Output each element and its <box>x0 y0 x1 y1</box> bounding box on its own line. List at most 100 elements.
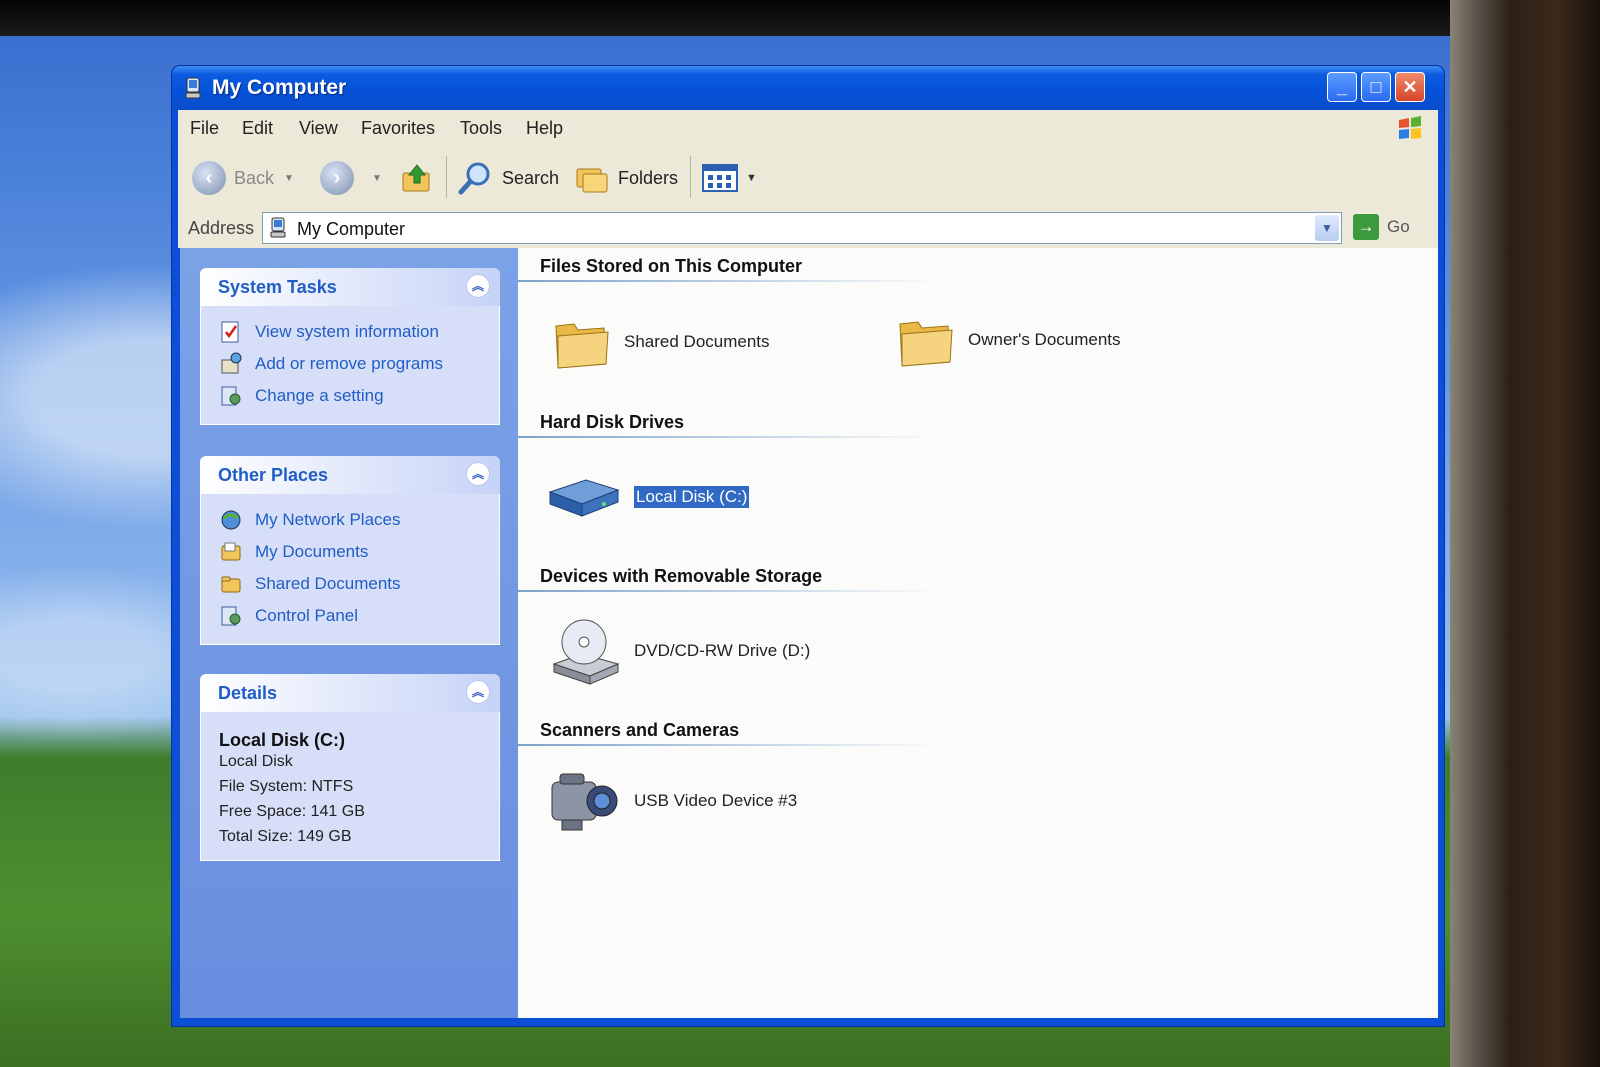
back-button[interactable]: ‹ Back ▼ <box>192 160 294 196</box>
other-places-body: My Network Places My Documents Shared Do… <box>200 494 500 645</box>
search-magnifier-icon <box>458 162 490 195</box>
title-bar[interactable]: My Computer _ □ ✕ <box>172 66 1444 110</box>
control-panel-icon <box>221 606 241 626</box>
task-add-remove-programs[interactable]: Add or remove programs <box>219 348 481 380</box>
address-label: Address <box>188 218 255 238</box>
details-title: Details <box>218 683 278 703</box>
place-my-documents[interactable]: My Documents <box>219 536 481 568</box>
task-change-setting[interactable]: Change a setting <box>219 380 481 412</box>
menu-bar: File Edit View Favorites Tools Help <box>178 110 1438 147</box>
place-my-network-places[interactable]: My Network Places <box>219 504 481 536</box>
menu-favorites[interactable]: Favorites <box>361 118 435 139</box>
details-file-system: File System: NTFS <box>219 778 354 795</box>
window-title: My Computer <box>212 76 347 99</box>
item-label: Owner's Documents <box>968 330 1121 349</box>
add-remove-programs-icon <box>221 352 242 374</box>
menu-view[interactable]: View <box>299 118 338 139</box>
network-places-icon <box>221 510 241 530</box>
system-tasks-panel: System Tasks ︽ View system information A… <box>200 268 500 425</box>
other-places-panel: Other Places ︽ My Network Places My Docu… <box>200 456 500 645</box>
folder-icon <box>899 321 953 367</box>
group-header-hard-disks: Hard Disk Drives <box>540 412 685 432</box>
folder-icon <box>555 323 609 369</box>
folders-icon <box>576 168 608 193</box>
content-pane: Files Stored on This Computer Shared Doc… <box>518 248 1438 1018</box>
owners-documents-item[interactable]: Owner's Documents <box>896 310 1121 370</box>
search-label: Search <box>502 167 560 188</box>
views-button[interactable]: ▼ <box>702 160 757 196</box>
details-item-type: Local Disk <box>219 753 293 770</box>
usb-video-device-item[interactable]: USB Video Device #3 <box>548 768 797 834</box>
task-pane: System Tasks ︽ View system information A… <box>180 248 518 1018</box>
forward-button[interactable]: › ▼ <box>320 160 382 196</box>
group-divider <box>518 436 938 438</box>
menu-file[interactable]: File <box>190 118 219 139</box>
group-divider <box>518 590 938 592</box>
group-header-scanners: Scanners and Cameras <box>540 720 740 740</box>
system-tasks-title: System Tasks <box>218 277 337 297</box>
item-label: USB Video Device #3 <box>634 791 798 810</box>
forward-dropdown-icon[interactable]: ▼ <box>372 173 382 184</box>
video-camera-icon <box>551 773 618 831</box>
place-label: Shared Documents <box>255 574 401 593</box>
cd-drive-icon <box>552 619 620 685</box>
control-panel-icon <box>221 386 241 406</box>
group-header-removable: Devices with Removable Storage <box>540 566 823 586</box>
go-button[interactable]: → Go <box>1353 214 1410 240</box>
address-value: My Computer <box>297 219 406 239</box>
group-divider <box>518 744 938 746</box>
details-total-size: Total Size: 149 GB <box>219 828 352 845</box>
up-button[interactable] <box>400 160 442 196</box>
details-header[interactable]: Details ︽ <box>200 674 500 712</box>
local-disk-c-item[interactable]: Local Disk (C:) <box>546 474 751 520</box>
system-tasks-header[interactable]: System Tasks ︽ <box>200 268 500 306</box>
details-free-space: Free Space: 141 GB <box>219 803 365 820</box>
details-panel: Details ︽ Local Disk (C:) Local Disk Fil… <box>200 674 500 861</box>
item-label: Local Disk (C:) <box>632 485 751 509</box>
standard-toolbar: ‹ Back ▼ › ▼ Search Folders ▼ <box>178 146 1438 209</box>
hard-disk-icon <box>548 479 620 517</box>
folders-label: Folders <box>618 167 679 188</box>
my-documents-icon <box>221 542 241 561</box>
maximize-button[interactable]: □ <box>1361 72 1391 102</box>
minimize-button[interactable]: _ <box>1327 72 1357 102</box>
back-dropdown-icon[interactable]: ▼ <box>284 173 294 184</box>
system-tasks-body: View system information Add or remove pr… <box>200 306 500 425</box>
collapse-chevron-icon[interactable]: ︽ <box>466 680 490 704</box>
place-label: My Documents <box>255 542 369 561</box>
task-label: Change a setting <box>255 386 384 405</box>
views-dropdown-icon: ▼ <box>746 172 757 184</box>
up-folder-icon <box>402 164 430 192</box>
task-label: View system information <box>255 322 439 341</box>
toolbar-separator <box>446 156 447 198</box>
other-places-header[interactable]: Other Places ︽ <box>200 456 500 494</box>
collapse-chevron-icon[interactable]: ︽ <box>466 462 490 486</box>
collapse-chevron-icon[interactable]: ︽ <box>466 274 490 298</box>
task-view-system-info[interactable]: View system information <box>219 316 481 348</box>
address-input[interactable]: My Computer ▼ <box>262 212 1342 244</box>
place-shared-documents[interactable]: Shared Documents <box>219 568 481 600</box>
address-bar: Address My Computer ▼ → Go <box>178 208 1438 248</box>
shared-documents-item[interactable]: Shared Documents <box>552 312 770 372</box>
close-button[interactable]: ✕ <box>1395 72 1425 102</box>
details-item-name: Local Disk (C:) <box>219 730 346 750</box>
my-computer-icon <box>185 77 201 99</box>
go-arrow-icon: → <box>1353 214 1379 240</box>
place-label: My Network Places <box>255 510 401 529</box>
back-label: Back <box>234 167 275 188</box>
place-control-panel[interactable]: Control Panel <box>219 600 481 632</box>
place-label: Control Panel <box>255 606 359 625</box>
dvd-drive-d-item[interactable]: DVD/CD-RW Drive (D:) <box>548 614 810 688</box>
menu-help[interactable]: Help <box>526 118 563 139</box>
address-dropdown-button[interactable]: ▼ <box>1315 215 1339 241</box>
window-bottom-border <box>178 1018 1438 1026</box>
search-button[interactable]: Search <box>458 160 559 196</box>
other-places-title: Other Places <box>218 465 329 485</box>
group-divider <box>518 280 938 282</box>
folders-button[interactable]: Folders <box>574 160 678 196</box>
system-info-icon <box>221 321 239 343</box>
item-label: DVD/CD-RW Drive (D:) <box>634 641 811 660</box>
my-computer-window: My Computer _ □ ✕ File Edit View Favorit… <box>172 66 1444 1026</box>
menu-edit[interactable]: Edit <box>242 118 273 139</box>
menu-tools[interactable]: Tools <box>460 118 502 139</box>
